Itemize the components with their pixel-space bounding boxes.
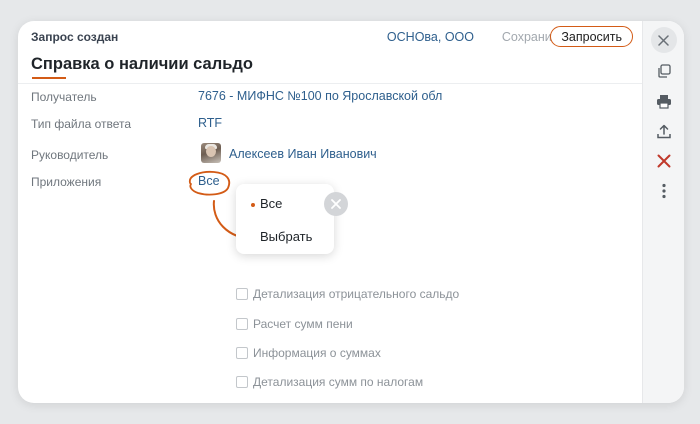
more-button[interactable] <box>654 181 674 201</box>
page-title: Справка о наличии сальдо <box>31 55 253 73</box>
checkbox-box[interactable] <box>236 347 248 359</box>
title-underline <box>32 77 66 79</box>
attachment-label: Информация о суммах <box>253 346 381 360</box>
dropdown-close-button[interactable] <box>324 192 348 216</box>
close-icon <box>331 199 341 209</box>
close-icon <box>658 34 669 46</box>
checkbox-box[interactable] <box>236 376 248 388</box>
print-icon <box>656 94 671 109</box>
avatar <box>201 143 221 163</box>
highlight-circle <box>189 170 231 196</box>
more-icon <box>661 183 666 199</box>
status-text: Запрос создан <box>31 30 119 44</box>
close-button[interactable] <box>650 27 677 53</box>
card-header: Запрос создан ОСНОва, ООО Сохранить Запр… <box>31 21 639 53</box>
recipient-value[interactable]: 7676 - МИФНС №100 по Ярославской обл <box>198 89 442 103</box>
attachment-checkbox[interactable]: Информация о суммах <box>236 346 381 360</box>
manager-value[interactable]: Алексеев Иван Иванович <box>229 147 377 161</box>
attachment-checkbox[interactable]: Детализация отрицательного сальдо <box>236 287 459 301</box>
manager-label: Руководитель <box>31 148 109 162</box>
delete-button[interactable] <box>654 151 674 171</box>
attachments-label: Приложения <box>31 175 102 189</box>
attachment-label: Расчет сумм пени <box>253 317 353 331</box>
attachment-label: Детализация сумм по налогам <box>253 375 424 389</box>
recipient-label: Получатель <box>31 90 97 104</box>
upload-button[interactable] <box>654 121 674 141</box>
attachment-label: Детализация отрицательного сальдо <box>253 287 460 301</box>
attachment-checkbox[interactable]: Расчет сумм пени <box>236 317 353 331</box>
attachments-dropdown: Все Выбрать <box>236 184 334 254</box>
selected-dot <box>251 203 255 207</box>
delete-icon <box>657 154 670 168</box>
dropdown-option-all[interactable]: Все <box>260 196 282 211</box>
attachment-checkbox[interactable]: Детализация сумм по налогам <box>236 375 423 389</box>
checkbox-box[interactable] <box>236 318 248 330</box>
dropdown-option-select[interactable]: Выбрать <box>260 229 312 244</box>
checkbox-box[interactable] <box>236 288 248 300</box>
request-card: Запрос создан ОСНОва, ООО Сохранить Запр… <box>18 21 684 403</box>
upload-icon <box>656 124 671 138</box>
file-type-label: Тип файла ответа <box>31 117 132 131</box>
request-button[interactable]: Запросить <box>550 26 633 47</box>
print-button[interactable] <box>654 91 674 111</box>
file-type-value[interactable]: RTF <box>198 116 222 130</box>
copy-button[interactable] <box>654 61 674 81</box>
organization-link[interactable]: ОСНОва, ООО <box>387 30 474 44</box>
avatar-face <box>206 146 216 157</box>
header-divider <box>18 83 642 84</box>
action-sidebar <box>642 21 684 403</box>
copy-icon <box>657 64 671 78</box>
